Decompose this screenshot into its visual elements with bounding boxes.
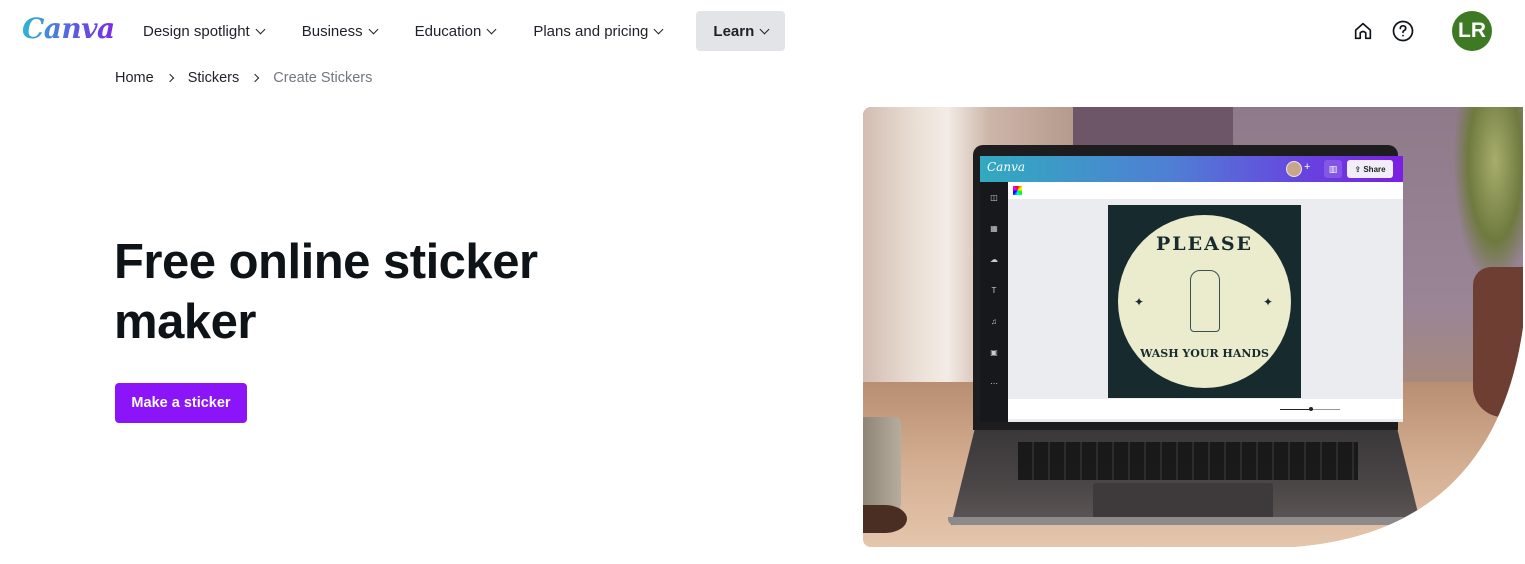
sticker-top-text: PLEASE bbox=[1155, 233, 1254, 255]
sticker-circle: PLEASE ✦ ✦ WASH YOUR HANDS bbox=[1118, 215, 1291, 388]
title-line-2: maker bbox=[114, 295, 256, 349]
chart-icon: ▥ bbox=[1324, 160, 1342, 178]
plant-pot bbox=[1473, 267, 1523, 417]
editor-header: Canva + ▥ ⇪ Share bbox=[980, 156, 1403, 182]
home-button[interactable] bbox=[1350, 18, 1376, 44]
nav-label: Business bbox=[301, 22, 363, 40]
chevron-down-icon bbox=[255, 24, 266, 34]
top-navigation: Canva Design spotlight Business Educatio… bbox=[0, 0, 1525, 62]
nav-label: Education bbox=[414, 22, 482, 40]
nav-learn[interactable]: Learn bbox=[696, 11, 786, 51]
zoom-slider bbox=[1280, 409, 1340, 410]
laptop-edge bbox=[948, 517, 1428, 525]
chevron-down-icon bbox=[759, 24, 770, 34]
audio-icon: ♫ bbox=[991, 317, 997, 326]
text-icon: T bbox=[991, 286, 997, 295]
breadcrumb: Home Stickers Create Stickers bbox=[115, 70, 372, 86]
home-icon bbox=[1354, 22, 1372, 40]
video-icon: ▣ bbox=[990, 348, 998, 357]
canva-logo[interactable]: Canva bbox=[22, 12, 115, 45]
make-a-sticker-button[interactable]: Make a sticker bbox=[115, 383, 247, 423]
color-swatch-icon bbox=[1013, 186, 1022, 195]
chevron-down-icon bbox=[486, 24, 497, 34]
hero-image: Canva + ▥ ⇪ Share ◫ ▦ ☁ T ♫ ▣ ⋯ PLEASE ✦… bbox=[863, 107, 1523, 547]
breadcrumb-stickers[interactable]: Stickers bbox=[188, 70, 240, 86]
editor-sidebar: ◫ ▦ ☁ T ♫ ▣ ⋯ bbox=[980, 182, 1008, 422]
user-avatar[interactable]: LR bbox=[1452, 11, 1492, 51]
nav-label: Learn bbox=[713, 22, 755, 40]
main-menu: Design spotlight Business Education Plan… bbox=[131, 11, 799, 51]
help-circle-icon bbox=[1392, 20, 1414, 42]
editor-avatar bbox=[1286, 161, 1302, 177]
hand-illustration bbox=[1190, 270, 1220, 332]
laptop-screen: Canva + ▥ ⇪ Share ◫ ▦ ☁ T ♫ ▣ ⋯ PLEASE ✦… bbox=[980, 156, 1403, 422]
plant-leaves bbox=[1453, 107, 1523, 287]
editor-share-button: ⇪ Share bbox=[1347, 160, 1393, 178]
template-icon: ◫ bbox=[990, 193, 998, 202]
page-title: Free online sticker maker bbox=[114, 232, 634, 352]
nav-education[interactable]: Education bbox=[403, 11, 508, 51]
editor-footer bbox=[1008, 399, 1403, 419]
nav-design-spotlight[interactable]: Design spotlight bbox=[131, 11, 276, 51]
coaster bbox=[863, 505, 907, 533]
share-label: Share bbox=[1363, 164, 1386, 174]
more-icon: ⋯ bbox=[990, 379, 998, 388]
sparkle-icon: ✦ bbox=[1263, 295, 1274, 309]
laptop-trackpad bbox=[1093, 483, 1273, 521]
chevron-down-icon bbox=[653, 24, 664, 34]
nav-plans-and-pricing[interactable]: Plans and pricing bbox=[521, 11, 674, 51]
help-button[interactable] bbox=[1390, 18, 1416, 44]
title-line-1: Free online sticker bbox=[114, 235, 538, 289]
breadcrumb-home[interactable]: Home bbox=[115, 70, 154, 86]
sparkle-icon: ✦ bbox=[1134, 295, 1145, 309]
nav-label: Design spotlight bbox=[143, 22, 250, 40]
chevron-right-icon bbox=[251, 73, 260, 83]
nav-label: Plans and pricing bbox=[533, 22, 649, 40]
sticker-bottom-text: WASH YOUR HANDS bbox=[1140, 347, 1269, 360]
editor-logo: Canva bbox=[987, 160, 1025, 174]
upload-icon: ☁ bbox=[990, 255, 998, 264]
chevron-down-icon bbox=[368, 24, 379, 34]
editor-toolbar bbox=[1008, 182, 1403, 199]
chevron-right-icon bbox=[165, 73, 174, 83]
mug bbox=[863, 417, 901, 512]
plus-icon: + bbox=[1304, 161, 1311, 173]
breadcrumb-current: Create Stickers bbox=[273, 70, 373, 86]
share-icon: ⇪ bbox=[1354, 164, 1364, 174]
elements-icon: ▦ bbox=[990, 224, 998, 233]
header-actions: LR bbox=[1350, 11, 1492, 51]
laptop-keyboard bbox=[1018, 442, 1358, 480]
sticker-design: PLEASE ✦ ✦ WASH YOUR HANDS bbox=[1108, 205, 1301, 398]
nav-business[interactable]: Business bbox=[290, 11, 389, 51]
